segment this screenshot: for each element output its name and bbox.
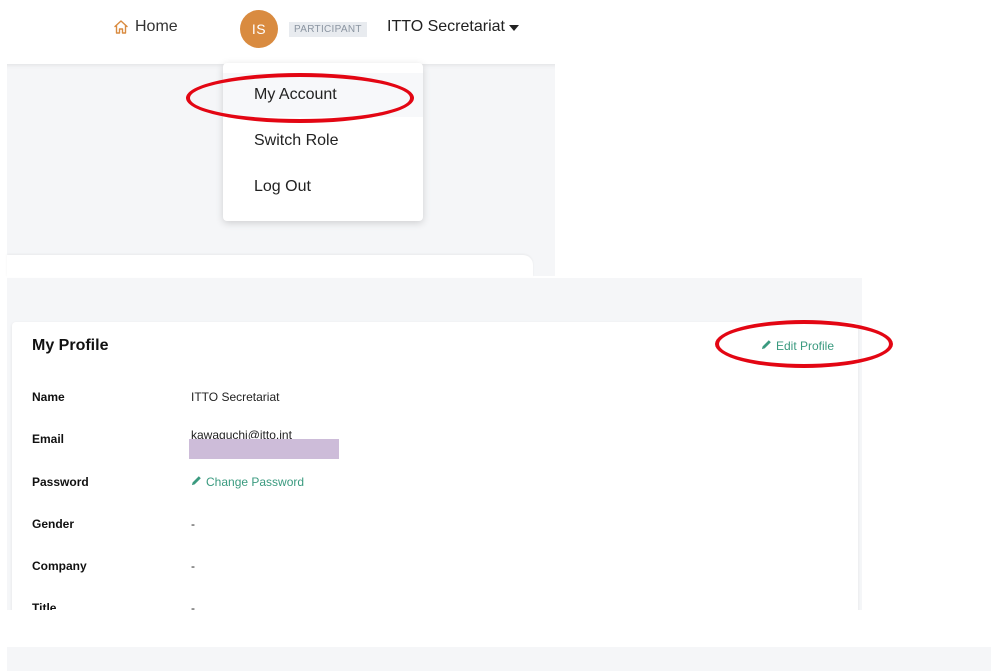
change-password-label: Change Password bbox=[206, 475, 305, 489]
role-badge: PARTICIPANT bbox=[289, 22, 367, 37]
field-label-password: Password bbox=[32, 475, 89, 489]
profile-title: My Profile bbox=[32, 337, 109, 354]
avatar[interactable]: IS bbox=[240, 10, 278, 48]
field-label-email: Email bbox=[32, 432, 65, 446]
menu-item-switch-role[interactable]: Switch Role bbox=[223, 119, 423, 163]
edit-profile-link[interactable]: Edit Profile bbox=[761, 339, 834, 353]
field-label-gender: Gender bbox=[32, 517, 75, 531]
home-icon bbox=[113, 19, 129, 35]
user-menu-toggle[interactable]: ITTO Secretariat bbox=[387, 18, 519, 36]
pencil-icon bbox=[191, 475, 202, 489]
user-name: ITTO Secretariat bbox=[387, 18, 505, 35]
bottom-page-background bbox=[7, 647, 991, 671]
menu-item-my-account[interactable]: My Account bbox=[223, 73, 423, 117]
field-value-name: ITTO Secretariat bbox=[191, 390, 280, 404]
menu-item-log-out[interactable]: Log Out bbox=[223, 165, 423, 209]
home-label: Home bbox=[135, 18, 178, 35]
field-label-title: Title bbox=[32, 601, 57, 610]
caret-down-icon bbox=[508, 25, 519, 31]
field-value-title: - bbox=[191, 601, 195, 610]
change-password-link[interactable]: Change Password bbox=[191, 475, 304, 489]
field-label-name: Name bbox=[32, 390, 65, 404]
field-label-company: Company bbox=[32, 559, 87, 573]
edit-profile-label: Edit Profile bbox=[776, 339, 835, 353]
content-card-edge bbox=[7, 255, 533, 277]
field-value-gender: - bbox=[191, 517, 195, 531]
home-link[interactable]: Home bbox=[113, 18, 178, 36]
profile-card bbox=[12, 322, 858, 622]
user-dropdown-menu: My Account Switch Role Log Out bbox=[223, 63, 423, 221]
field-value-company: - bbox=[191, 559, 195, 573]
pencil-icon bbox=[761, 339, 772, 353]
top-navbar: Home IS PARTICIPANT ITTO Secretariat bbox=[0, 0, 555, 64]
email-redaction bbox=[189, 439, 339, 459]
